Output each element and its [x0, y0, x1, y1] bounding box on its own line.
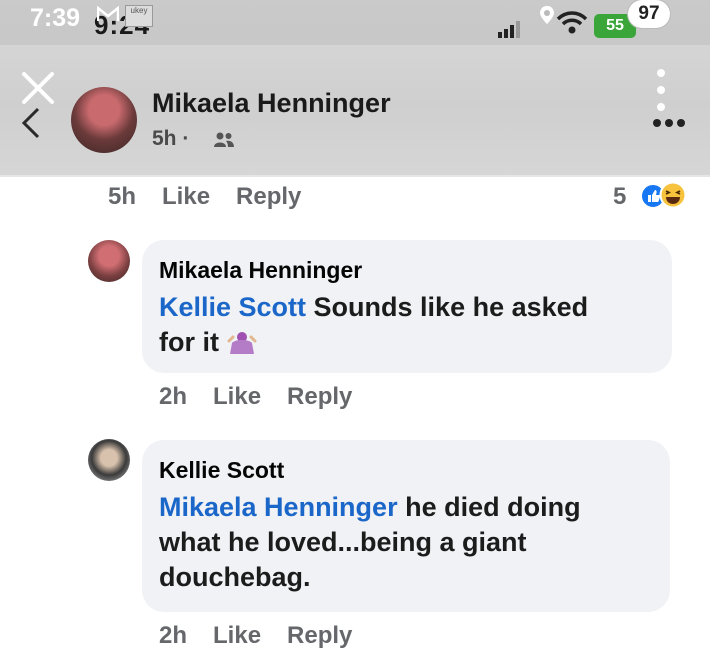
close-icon[interactable] [20, 70, 56, 106]
comment-time: 2h [159, 622, 188, 649]
shrug-emoji-icon [227, 332, 256, 354]
comment-time: 2h [159, 383, 188, 410]
comment-author[interactable]: Kellie Scott [159, 457, 581, 484]
mention-link[interactable]: Mikaela Henninger [159, 492, 398, 522]
back-icon[interactable] [20, 106, 42, 140]
reply-link[interactable]: Reply [236, 183, 301, 210]
post-timestamp: 5h · [152, 127, 190, 150]
like-link[interactable]: Like [162, 183, 210, 210]
screenshot-thumbnail: ukey [125, 5, 153, 27]
mail-icon [97, 6, 119, 21]
reaction-count[interactable]: 5 [613, 183, 626, 211]
friends-icon [214, 132, 234, 147]
like-link[interactable]: Like [213, 622, 261, 649]
comment-text: Kellie Scott Sounds like he asked for it [159, 292, 589, 357]
poster-avatar[interactable] [71, 87, 137, 153]
comment-bubble: Mikaela Henninger Kellie Scott Sounds li… [142, 240, 672, 373]
commenter-avatar[interactable] [88, 439, 130, 481]
notification-badge: 97 [628, 0, 670, 28]
signal-icon [498, 21, 520, 38]
location-icon [540, 6, 554, 24]
status-time: 7:39 [30, 4, 81, 32]
comment-actions: 2h Like Reply [159, 383, 378, 411]
reply-link[interactable]: Reply [287, 383, 352, 410]
comment-time: 5h [108, 183, 137, 210]
reply-link[interactable]: Reply [287, 622, 352, 649]
comment-actions: 5h Like Reply [108, 183, 327, 211]
header-divider [0, 175, 710, 177]
comment-text: Mikaela Henninger he died doing what he … [159, 492, 581, 592]
more-vertical-icon[interactable] [655, 68, 667, 112]
comment-actions: 2h Like Reply [159, 622, 378, 650]
comment-bubble: Kellie Scott Mikaela Henninger he died d… [142, 440, 670, 612]
poster-name[interactable]: Mikaela Henninger [152, 88, 391, 119]
like-link[interactable]: Like [213, 383, 261, 410]
comment-author[interactable]: Mikaela Henninger [159, 257, 588, 284]
commenter-avatar[interactable] [88, 240, 130, 282]
wifi-icon [556, 11, 588, 34]
more-horizontal-icon[interactable] [652, 118, 686, 128]
mention-link[interactable]: Kellie Scott [159, 292, 306, 322]
haha-reaction-icon[interactable] [659, 181, 687, 209]
